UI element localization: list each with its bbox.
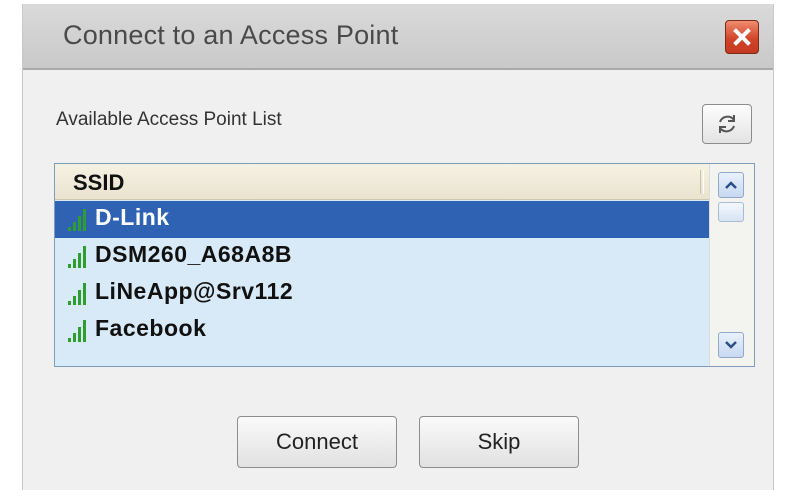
signal-strength-icon (68, 320, 86, 342)
vertical-scrollbar[interactable] (709, 164, 754, 366)
ssid-column-header[interactable]: SSID (55, 164, 710, 200)
chevron-up-icon (725, 181, 737, 189)
ssid-label: D-Link (95, 204, 170, 230)
refresh-icon (719, 115, 735, 133)
scroll-thumb[interactable] (718, 202, 744, 222)
connect-dialog: Connect to an Access Point Available Acc… (22, 4, 774, 490)
skip-button[interactable]: Skip (419, 416, 579, 468)
scroll-up-button[interactable] (718, 172, 744, 198)
access-point-list-label: Available Access Point List (56, 109, 282, 130)
dialog-title: Connect to an Access Point (63, 20, 399, 50)
access-point-list[interactable]: SSID D-Link DSM260_A68A8B LiNeApp@Srv112… (54, 163, 755, 367)
list-item[interactable]: DSM260_A68A8B (55, 238, 710, 275)
chevron-down-icon (725, 341, 737, 349)
signal-strength-icon (68, 209, 86, 231)
signal-strength-icon (68, 246, 86, 268)
access-point-rows: D-Link DSM260_A68A8B LiNeApp@Srv112 Face… (55, 201, 710, 349)
close-button[interactable] (725, 20, 759, 54)
refresh-button[interactable] (702, 104, 752, 144)
ssid-label: Facebook (95, 315, 207, 341)
connect-button[interactable]: Connect (237, 416, 397, 468)
list-item[interactable]: Facebook (55, 312, 710, 349)
scroll-down-button[interactable] (718, 332, 744, 358)
close-icon (733, 28, 751, 46)
list-item[interactable]: D-Link (55, 201, 710, 238)
column-divider (700, 170, 704, 194)
list-item[interactable]: LiNeApp@Srv112 (55, 275, 710, 312)
signal-strength-icon (68, 283, 86, 305)
ssid-label: DSM260_A68A8B (95, 241, 292, 267)
ssid-label: LiNeApp@Srv112 (95, 278, 294, 304)
title-bar[interactable]: Connect to an Access Point (23, 4, 773, 70)
ssid-column-label: SSID (73, 170, 125, 195)
